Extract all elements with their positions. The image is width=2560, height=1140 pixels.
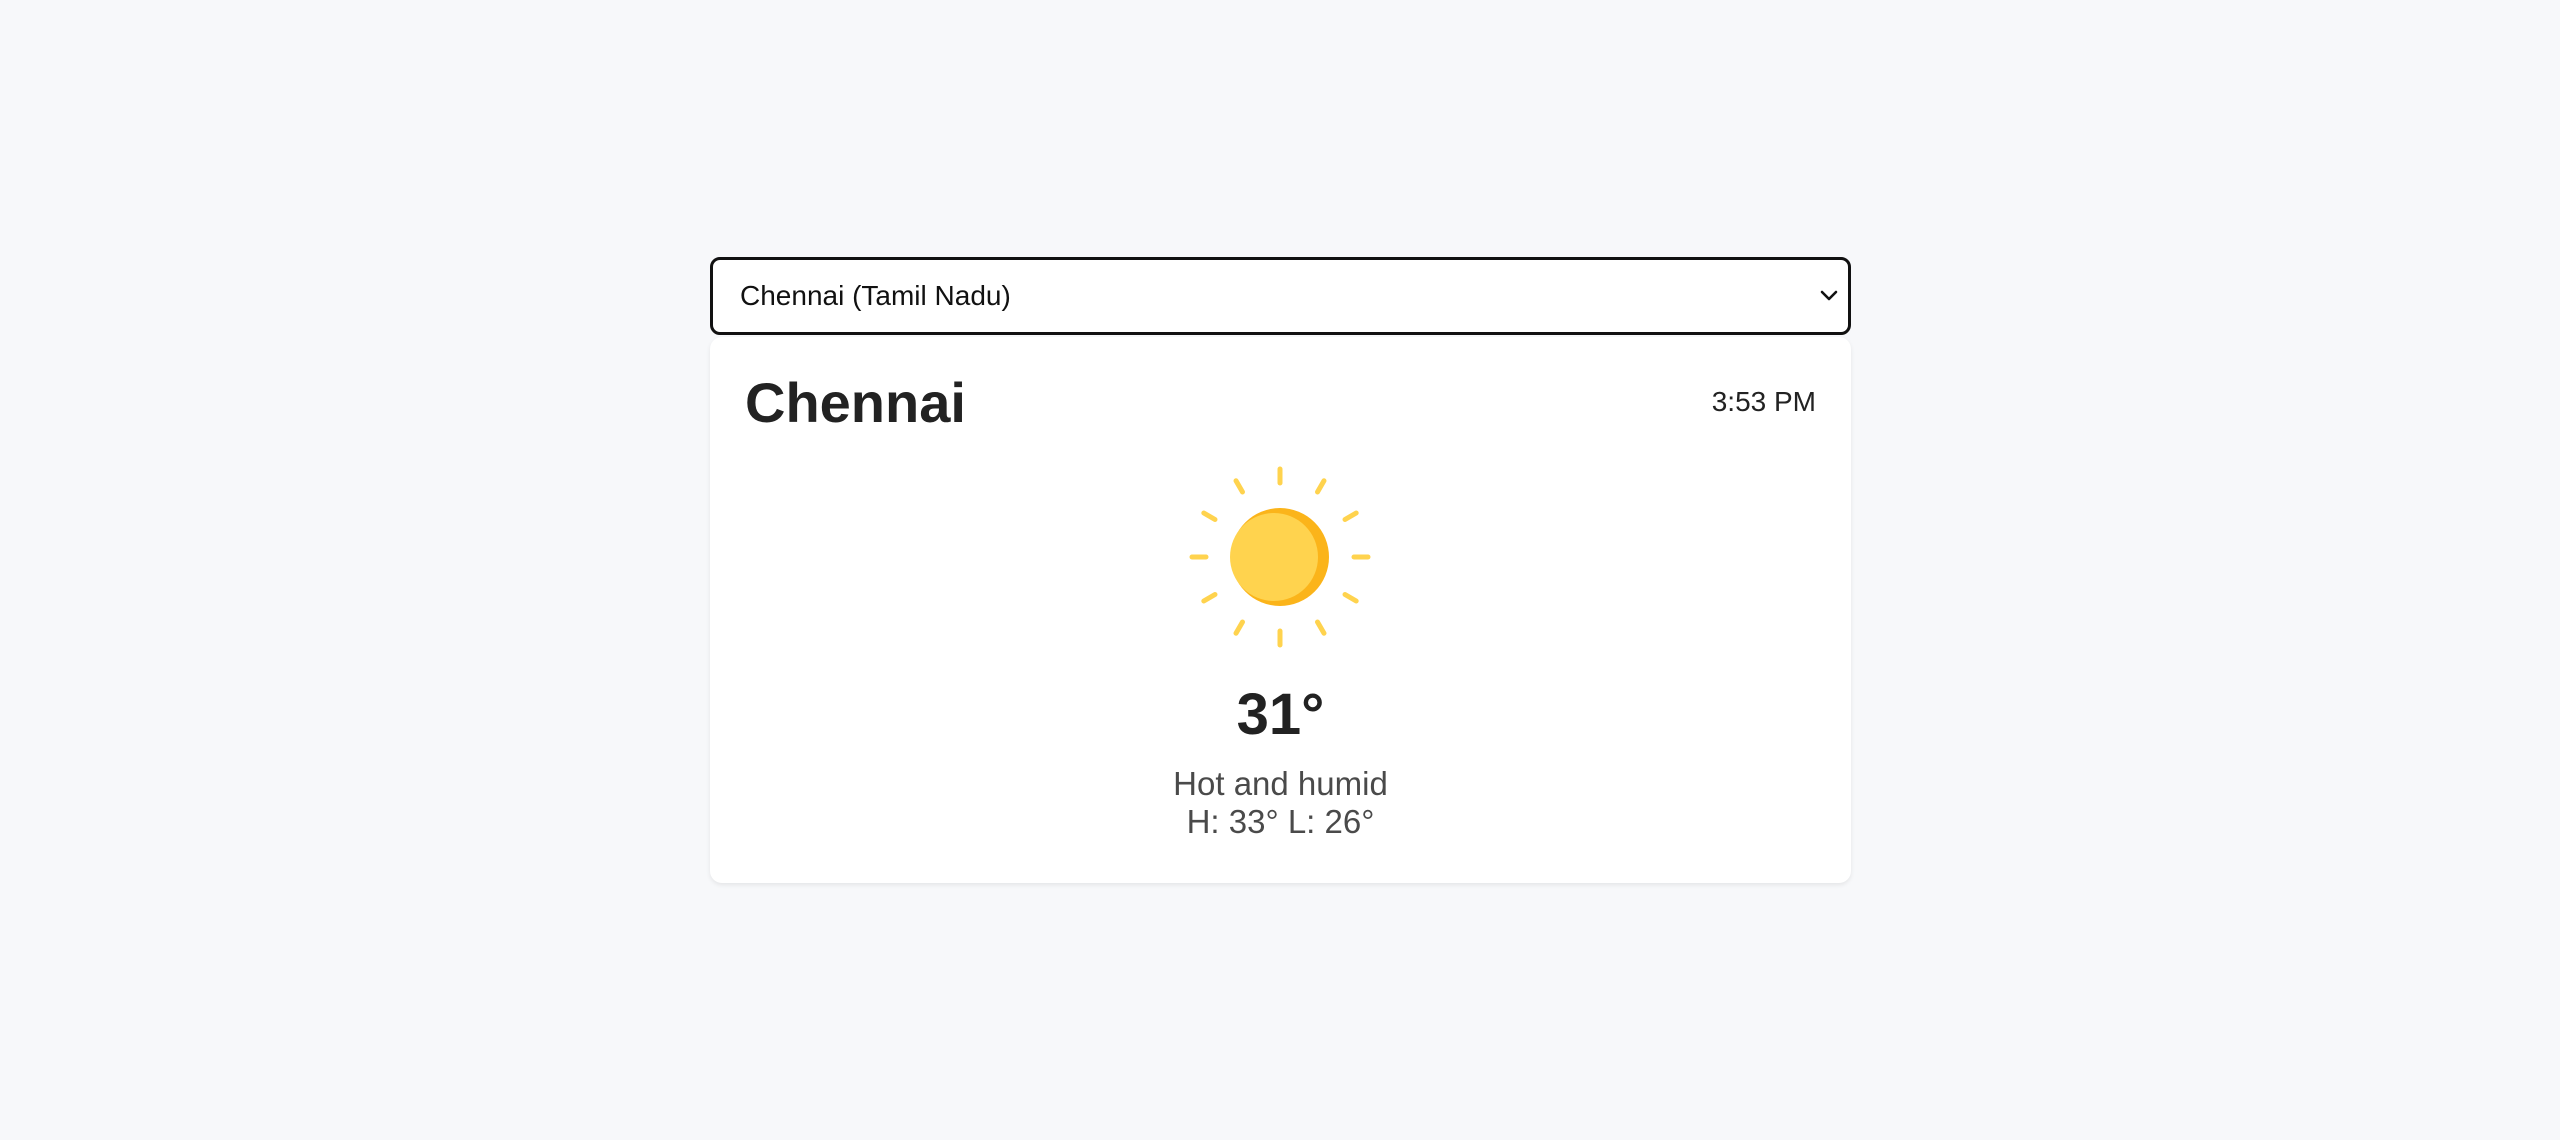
sun-icon — [1189, 466, 1371, 648]
weather-description: Hot and humid — [1173, 765, 1388, 802]
city-name: Chennai — [745, 371, 966, 434]
high-low-temperature: H: 33° L: 26° — [1186, 803, 1375, 840]
city-select[interactable]: Chennai (Tamil Nadu) — [710, 257, 1851, 335]
city-select-value: Chennai (Tamil Nadu) — [740, 280, 1011, 311]
weather-widget: Chennai (Tamil Nadu) Chennai 3:53 PM 31°… — [710, 257, 1851, 883]
current-temperature: 31° — [1236, 682, 1325, 747]
chevron-down-icon — [1820, 290, 1838, 301]
weather-card: Chennai 3:53 PM 31° Hot and humid H: 33°… — [710, 337, 1851, 883]
local-time: 3:53 PM — [1711, 386, 1816, 417]
